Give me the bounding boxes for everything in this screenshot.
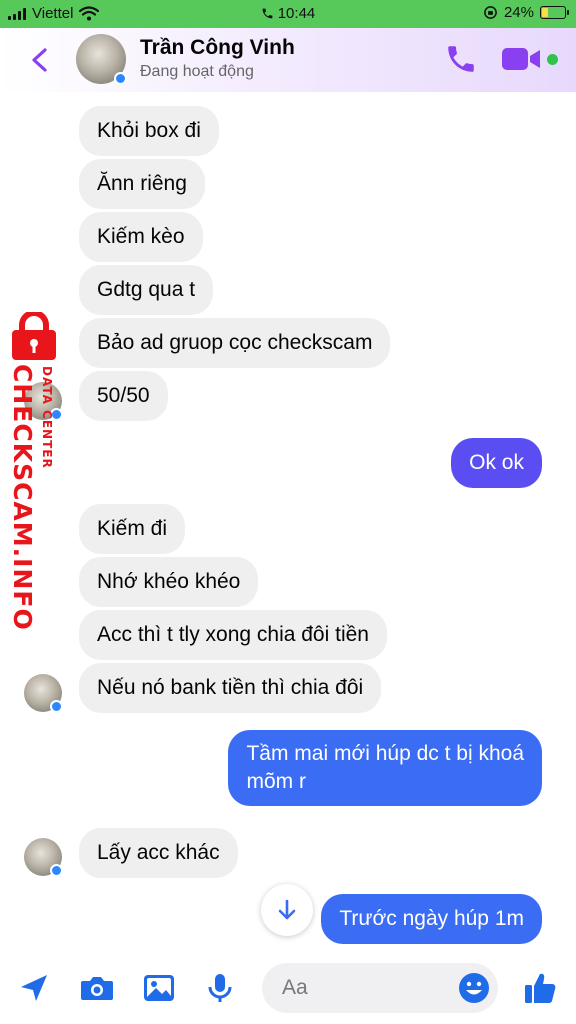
message-bubble-outgoing[interactable]: Tầm mai mới húp dc t bị khoá mõm r xyxy=(228,730,542,806)
message-bubble-incoming[interactable]: Lấy acc khác xyxy=(79,828,238,878)
camera-icon xyxy=(81,977,113,1000)
microphone-icon xyxy=(208,974,232,1002)
message-input-wrapper xyxy=(262,963,498,1013)
verified-badge xyxy=(50,864,63,877)
watermark-sub-text: DATA CENTER xyxy=(40,366,54,469)
message-bubble-incoming[interactable]: Gdtg qua t xyxy=(79,265,214,315)
battery-fill xyxy=(542,8,548,17)
message-bubble-incoming[interactable]: Ănn riêng xyxy=(79,159,205,209)
phone-status-icon xyxy=(262,8,273,19)
verified-badge xyxy=(50,700,63,713)
emoji-button[interactable] xyxy=(457,971,491,1005)
contact-status: Đang hoạt động xyxy=(140,63,254,80)
message-bubble-outgoing[interactable]: Trước ngày húp 1m xyxy=(321,894,542,944)
sender-avatar[interactable] xyxy=(24,674,63,713)
battery-group: 24% xyxy=(483,4,569,21)
back-chevron-icon xyxy=(32,48,47,72)
message-bubble-incoming[interactable]: Nếu nó bank tiền thì chia đôi xyxy=(79,663,382,713)
location-button[interactable] xyxy=(14,968,54,1008)
back-button[interactable] xyxy=(22,42,58,78)
lock-icon xyxy=(12,312,56,360)
video-call-button[interactable] xyxy=(500,42,544,78)
chat-header: Trần Công Vinh Đang hoạt động xyxy=(0,28,576,92)
battery-icon xyxy=(540,6,569,19)
emoji-icon xyxy=(459,973,489,1003)
watermark-main-text: CHECKSCAM.INFO xyxy=(8,364,37,631)
message-list[interactable]: Khỏi box đi Ănn riêng Kiếm kèo Gdtg qua … xyxy=(0,92,576,950)
message-bubble-incoming[interactable]: Kiếm đi xyxy=(79,504,186,554)
message-bubble-incoming[interactable]: Bảo ad gruop cọc checkscam xyxy=(79,318,391,368)
location-arrow-icon xyxy=(21,975,47,1001)
image-icon xyxy=(144,975,174,1001)
status-bar: Viettel 10:44 24% xyxy=(0,0,576,28)
online-indicator xyxy=(547,54,558,65)
message-bubble-incoming[interactable]: 50/50 xyxy=(79,371,168,421)
message-bubble-incoming[interactable]: Acc thì t tly xong chia đôi tiền xyxy=(79,610,387,660)
message-bubble-incoming[interactable]: Nhớ khéo khéo xyxy=(79,557,259,607)
sender-avatar[interactable] xyxy=(24,838,63,877)
gallery-button[interactable] xyxy=(139,968,179,1008)
scroll-to-bottom-button[interactable] xyxy=(261,884,313,936)
camera-button[interactable] xyxy=(77,968,117,1008)
message-line: Tầm mai mới húp dc t bị khoá xyxy=(246,742,524,765)
video-camera-icon xyxy=(502,48,540,70)
message-bubble-outgoing[interactable]: Ok ok xyxy=(451,438,542,488)
phone-icon xyxy=(448,46,474,72)
watermark: CHECKSCAM.INFO DATA CENTER xyxy=(4,312,74,631)
message-line: mõm r xyxy=(246,770,306,793)
clock: 10:44 xyxy=(277,5,316,22)
verified-badge xyxy=(114,72,127,85)
call-button[interactable] xyxy=(444,42,480,78)
orientation-lock-icon xyxy=(484,6,497,19)
voice-button[interactable] xyxy=(200,968,240,1008)
message-bubble-incoming[interactable]: Kiếm kèo xyxy=(79,212,203,262)
arrow-down-icon xyxy=(278,899,296,920)
battery-percent: 24% xyxy=(503,4,534,21)
composer-bar xyxy=(0,950,576,1024)
message-input[interactable] xyxy=(282,973,452,1003)
contact-avatar[interactable] xyxy=(76,34,127,85)
thumbs-up-icon xyxy=(525,973,556,1003)
message-bubble-incoming[interactable]: Khỏi box đi xyxy=(79,106,219,156)
like-button[interactable] xyxy=(520,968,560,1008)
contact-name[interactable]: Trần Công Vinh xyxy=(140,36,295,60)
